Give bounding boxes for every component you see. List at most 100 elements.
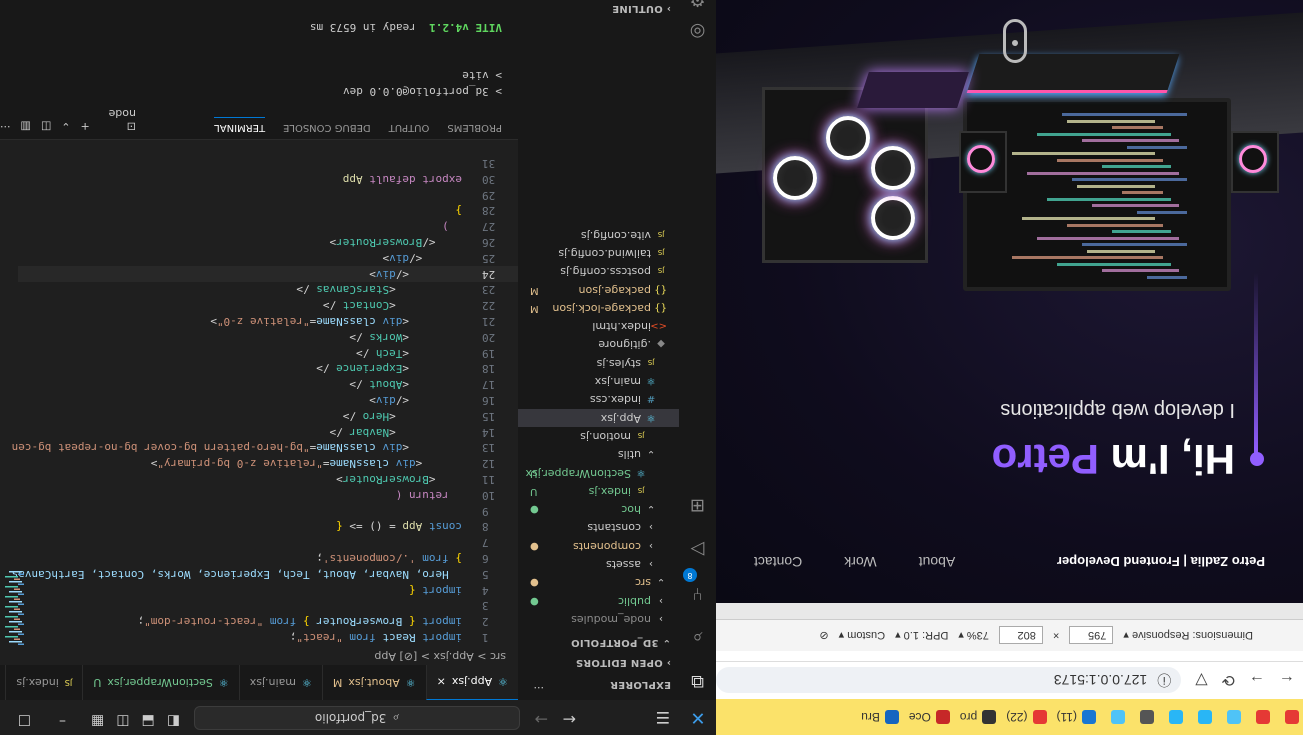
bookmark-item[interactable]: (22) [1006, 710, 1047, 724]
toggle-panel-icon[interactable]: ⬓ [142, 713, 155, 729]
file-tree-item[interactable]: › node_modules [518, 610, 679, 628]
file-tree-item[interactable]: {}package.json M [518, 281, 679, 299]
bookmark-item[interactable]: (11) [1057, 710, 1096, 724]
site-brand[interactable]: Petro Zadlia | Frontend Developer [997, 555, 1265, 570]
close-icon[interactable]: × [437, 665, 446, 699]
open-editors-header[interactable]: › OPEN EDITORS [576, 657, 671, 668]
file-tree-item[interactable]: <>index.html [518, 317, 679, 335]
toggle-sidebar-icon[interactable]: ◧ [167, 713, 180, 729]
height-input[interactable]: 802 [998, 626, 1043, 645]
throttle-select[interactable]: Custom ▾ [839, 629, 885, 642]
file-tree-item[interactable]: JS index.js U [518, 482, 679, 500]
source-control-icon[interactable]: ⑂ [679, 583, 716, 604]
minimap[interactable] [0, 565, 26, 645]
bookmark-item[interactable] [1193, 710, 1212, 724]
terminal-dropdown-icon[interactable]: ⌄ [61, 107, 70, 133]
minimap-line [9, 591, 22, 593]
nav-contact[interactable]: Contact [754, 554, 802, 570]
bookmark-item[interactable]: Oce [909, 710, 950, 724]
account-icon[interactable]: ◎ [679, 21, 716, 42]
file-tree-label: tailwind.config.js [558, 247, 651, 260]
run-debug-icon[interactable]: ▷ [679, 539, 716, 560]
file-tree-item[interactable]: ◆ .gitignore [518, 336, 679, 354]
menu-icon[interactable]: ☰ [656, 708, 670, 727]
terminal-icon[interactable]: ⊡ node [100, 107, 136, 133]
forward-icon[interactable]: → [1249, 672, 1265, 690]
more-icon[interactable]: ··· [0, 107, 11, 133]
reload-icon[interactable]: ⟳ [1222, 671, 1235, 691]
project-header[interactable]: ⌄ 3D_PORTFOLIO [571, 637, 671, 648]
file-tree-item[interactable]: › public ● [518, 592, 679, 610]
search-icon[interactable]: ⌕ [679, 627, 716, 648]
rotate-icon[interactable]: ⊘ [819, 629, 828, 642]
nav-work[interactable]: Work [844, 554, 876, 570]
file-tree-item[interactable]: # index.css [518, 390, 679, 408]
maximize-icon[interactable]: □ [18, 713, 31, 729]
back-icon[interactable]: ← [1279, 672, 1295, 690]
bookmark-item[interactable] [1251, 710, 1270, 724]
file-tree-item[interactable]: › assets [518, 555, 679, 573]
bookmark-item[interactable] [1222, 710, 1241, 724]
editor-tab[interactable]: ⚛ SectionWrapper.jsx U [82, 665, 239, 700]
panel-tab-debug-console[interactable]: DEBUG CONSOLE [283, 117, 371, 133]
new-terminal-icon[interactable]: + [81, 107, 90, 133]
code-line: 14 <Navbar /> [18, 424, 518, 440]
file-tree-item[interactable]: JS postcss.config.js [518, 262, 679, 280]
more-actions-icon[interactable]: ··· [534, 681, 545, 694]
bookmark-item[interactable] [1164, 710, 1183, 724]
file-tree-item[interactable]: › components ● [518, 537, 679, 555]
panel-tab-output[interactable]: OUTPUT [389, 117, 430, 133]
split-terminal-icon[interactable]: ◫ [41, 107, 51, 133]
forward-icon[interactable]: → [535, 710, 548, 729]
editor-tab[interactable]: JS index.js [5, 665, 83, 700]
file-tree-item[interactable]: ⌄ hoc ● [518, 500, 679, 518]
minimize-icon[interactable]: – [59, 713, 66, 729]
command-center[interactable]: ⌕ 3d_portfolio [194, 706, 520, 730]
file-tree-item[interactable]: JS tailwind.config.js [518, 244, 679, 262]
terminal-output[interactable]: > 3d_portfolio@0.0.0 dev > vite VITE v4.2.… [310, 19, 502, 99]
editor-tab[interactable]: ⚛ About.jsx M [321, 665, 426, 700]
file-tree-label: postcss.config.js [560, 265, 651, 279]
bookmark-item[interactable] [1135, 710, 1154, 724]
breadcrumb[interactable]: src > App.jsx > [⊘] App [374, 650, 506, 663]
bookmark-item[interactable] [1280, 710, 1299, 724]
settings-gear-icon[interactable]: ⚙ [679, 0, 716, 10]
back-icon[interactable]: ← [563, 710, 576, 729]
computer-3d-scene[interactable] [716, 0, 1303, 303]
extension-icon[interactable]: ▽ [1195, 671, 1207, 691]
code-editor[interactable]: 1 import React from "react"; 2 import { Bro… [12, 145, 518, 645]
extensions-icon[interactable]: ⊞ [679, 495, 716, 516]
code-text: </div> [382, 251, 423, 265]
bookmark-item[interactable]: pro [960, 710, 997, 724]
explorer-icon[interactable]: ⧉ [679, 671, 716, 692]
panel-tab-terminal[interactable]: TERMINAL [214, 117, 266, 133]
file-tree-item[interactable]: ⚛ main.jsx [518, 372, 679, 390]
file-tree-item[interactable]: ⌄ src ● [518, 573, 679, 591]
zoom-select[interactable]: 73% ▾ [958, 629, 989, 642]
file-tree-item[interactable]: {}package-lock.json M [518, 299, 679, 317]
site-info-icon[interactable]: ⓘ [1157, 671, 1171, 691]
bookmark-item[interactable] [1106, 710, 1125, 724]
dpr-select[interactable]: DPR: 1.0 ▾ [895, 629, 948, 642]
file-tree-item[interactable]: ⚛ App.jsx [518, 408, 679, 427]
editor-tab[interactable]: ⚛ main.jsx [238, 665, 322, 700]
editor-tab[interactable]: ⚛ App.jsx × [425, 665, 518, 700]
file-tree-item[interactable]: ⚛ SectionWrapper.jsx U [518, 464, 679, 482]
bookmark-item[interactable]: Bru [861, 710, 899, 724]
toggle-secondary-sidebar-icon[interactable]: ◫ [116, 713, 129, 729]
panel-tab-problems[interactable]: PROBLEMS [447, 117, 502, 133]
file-tree-item[interactable]: JS motion.js [518, 427, 679, 445]
width-input[interactable]: 795 [1069, 626, 1114, 645]
file-tree-item[interactable]: ⌄ utils [518, 445, 679, 463]
dimensions-select[interactable]: Dimensions: Responsive ▾ [1123, 629, 1253, 642]
customize-layout-icon[interactable]: ▦ [91, 713, 104, 729]
outline-header[interactable]: › OUTLINE [612, 3, 671, 14]
trash-icon[interactable]: ▥ [21, 107, 31, 133]
address-bar[interactable]: ⓘ 127.0.0.1:5173 [716, 667, 1182, 694]
nav-about[interactable]: About [919, 554, 956, 570]
code-text: <Hero /> [342, 409, 396, 423]
file-tree-item[interactable]: JS styles.js [518, 354, 679, 372]
file-tree-item[interactable]: JS vite.config.js [518, 226, 679, 244]
explorer-title: EXPLORER [609, 679, 671, 690]
file-tree-item[interactable]: › constants [518, 519, 679, 537]
